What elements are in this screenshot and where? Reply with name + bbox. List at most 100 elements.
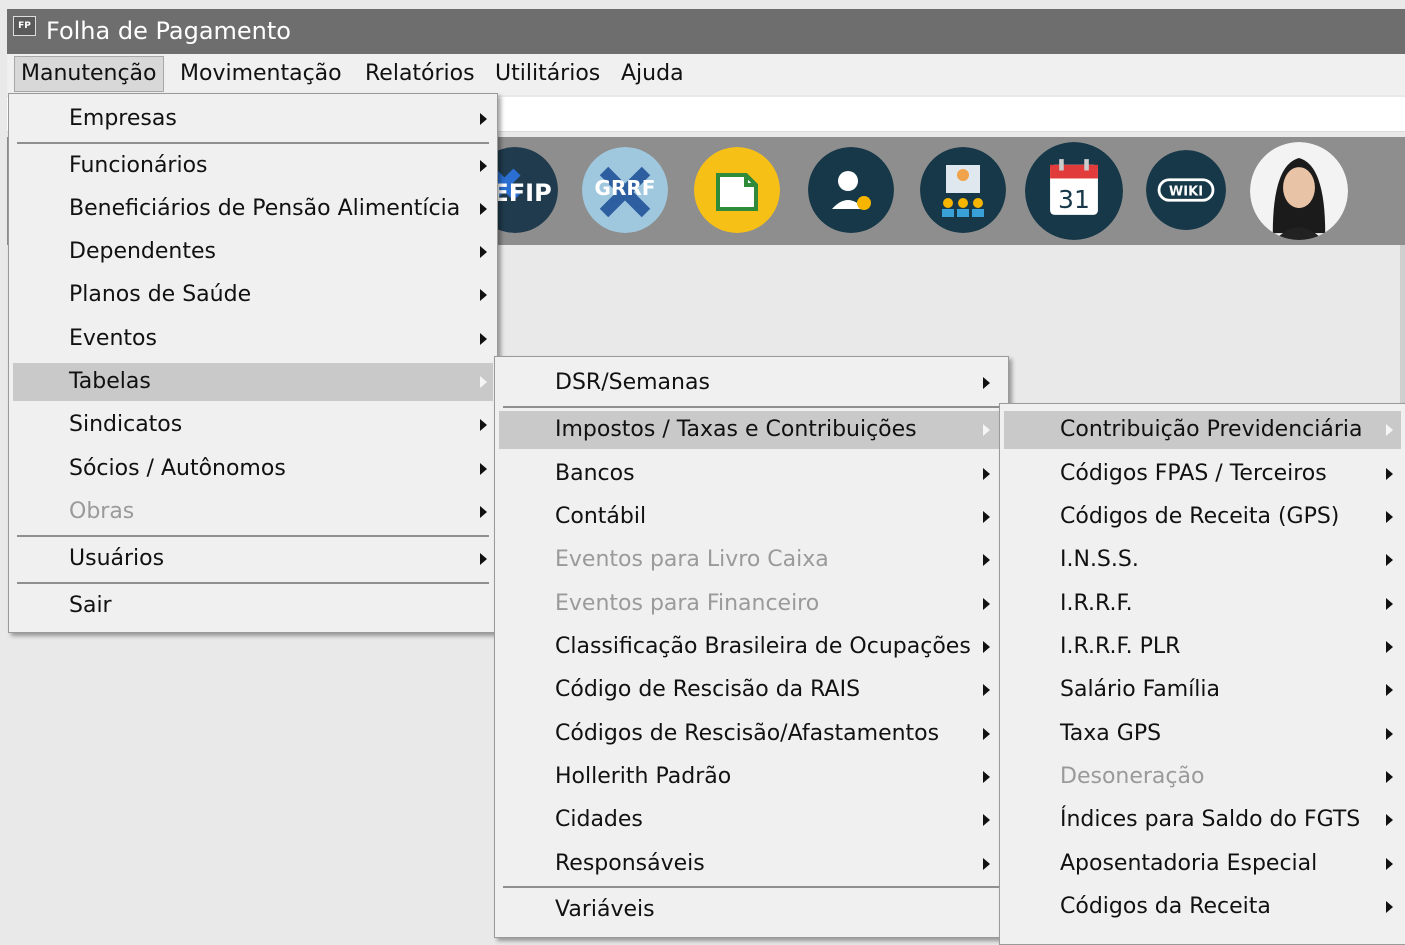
- menu-item-irrf[interactable]: I.R.R.F.: [1004, 585, 1401, 623]
- menu-item-taxa-gps[interactable]: Taxa GPS: [1004, 715, 1401, 753]
- menu-item-cidades[interactable]: Cidades: [499, 801, 1004, 839]
- submenu-arrow-icon: [480, 506, 487, 518]
- submenu-arrow-icon: [983, 684, 990, 696]
- submenu-arrow-icon: [480, 203, 487, 215]
- users-group-icon[interactable]: [920, 147, 1006, 233]
- menu-item-obras: Obras: [13, 493, 493, 531]
- menu-item-sindicatos[interactable]: Sindicatos: [13, 406, 493, 444]
- menu-item-desoneracao: Desoneração: [1004, 758, 1401, 796]
- menu-item-codigos-receita-gps[interactable]: Códigos de Receita (GPS): [1004, 498, 1401, 536]
- menu-item-label: I.N.S.S.: [1060, 547, 1139, 572]
- menu-item-socios-autonomos[interactable]: Sócios / Autônomos: [13, 450, 493, 488]
- submenu-arrow-icon: [983, 424, 990, 436]
- menu-item-label: Sair: [69, 593, 112, 618]
- menu-item-label: Cidades: [555, 807, 643, 832]
- menu-utilitarios[interactable]: Utilitários: [489, 54, 606, 95]
- menu-item-label: Bancos: [555, 461, 635, 486]
- wiki-label: WIKI: [1169, 185, 1203, 200]
- menu-item-label: Empresas: [69, 106, 177, 131]
- grrf-icon[interactable]: GRRF: [582, 147, 668, 233]
- menu-item-variaveis[interactable]: Variáveis: [499, 891, 1004, 929]
- menu-tabelas-dropdown: DSR/Semanas Impostos / Taxas e Contribui…: [494, 356, 1009, 938]
- menu-item-eventos-livro-caixa: Eventos para Livro Caixa: [499, 541, 1004, 579]
- menu-item-codigos-receita[interactable]: Códigos da Receita: [1004, 888, 1401, 926]
- menu-item-label: Usuários: [69, 546, 165, 571]
- submenu-arrow-icon: [983, 728, 990, 740]
- submenu-arrow-icon: [480, 333, 487, 345]
- title-bar: FP Folha de Pagamento: [7, 9, 1405, 54]
- menu-manutencao[interactable]: Manutenção: [14, 56, 164, 92]
- menu-item-contribuicao-previdenciaria[interactable]: Contribuição Previdenciária: [1004, 411, 1401, 449]
- menu-item-label: DSR/Semanas: [555, 370, 710, 395]
- submenu-arrow-icon: [480, 376, 487, 388]
- menu-item-usuarios[interactable]: Usuários: [13, 540, 493, 578]
- menu-item-funcionarios[interactable]: Funcionários: [13, 147, 493, 185]
- menu-item-responsaveis[interactable]: Responsáveis: [499, 845, 1004, 883]
- menu-item-dependentes[interactable]: Dependentes: [13, 233, 493, 271]
- menu-item-rescisao-rais[interactable]: Código de Rescisão da RAIS: [499, 671, 1004, 709]
- menu-item-planos-saude[interactable]: Planos de Saúde: [13, 276, 493, 314]
- submenu-arrow-icon: [983, 771, 990, 783]
- submenu-arrow-icon: [1386, 468, 1393, 480]
- menu-bar: Manutenção Movimentação Relatórios Utili…: [7, 54, 1405, 95]
- menu-item-label: Contribuição Previdenciária: [1060, 417, 1363, 442]
- menu-item-contabil[interactable]: Contábil: [499, 498, 1004, 536]
- menu-item-cbo[interactable]: Classificação Brasileira de Ocupações: [499, 628, 1004, 666]
- menu-item-aposentadoria-especial[interactable]: Aposentadoria Especial: [1004, 845, 1401, 883]
- menu-item-label: Hollerith Padrão: [555, 764, 732, 789]
- menu-separator: [17, 142, 489, 144]
- menu-item-eventos-financeiro: Eventos para Financeiro: [499, 585, 1004, 623]
- submenu-arrow-icon: [1386, 598, 1393, 610]
- menu-movimentacao[interactable]: Movimentação: [174, 54, 348, 95]
- assistant-avatar-icon[interactable]: [1250, 142, 1348, 240]
- menu-item-label: Impostos / Taxas e Contribuições: [555, 417, 917, 442]
- submenu-arrow-icon: [480, 246, 487, 258]
- submenu-arrow-icon: [480, 289, 487, 301]
- menu-item-label: Eventos para Financeiro: [555, 591, 820, 616]
- menu-item-eventos[interactable]: Eventos: [13, 320, 493, 358]
- menu-item-dsr-semanas[interactable]: DSR/Semanas: [499, 364, 1004, 402]
- menu-item-indices-fgts[interactable]: Índices para Saldo do FGTS: [1004, 801, 1401, 839]
- menu-item-label: Planos de Saúde: [69, 282, 252, 307]
- menu-item-label: Eventos para Livro Caixa: [555, 547, 829, 572]
- wiki-icon[interactable]: WIKI: [1146, 150, 1226, 230]
- menu-item-inss[interactable]: I.N.S.S.: [1004, 541, 1401, 579]
- menu-item-label: Tabelas: [69, 369, 151, 394]
- menu-item-label: Índices para Saldo do FGTS: [1060, 807, 1361, 832]
- menu-item-rescisao-afastamentos[interactable]: Códigos de Rescisão/Afastamentos: [499, 715, 1004, 753]
- submenu-arrow-icon: [983, 814, 990, 826]
- calendar-icon[interactable]: 31: [1025, 142, 1123, 240]
- menu-relatorios[interactable]: Relatórios: [359, 54, 481, 95]
- submenu-arrow-icon: [1386, 424, 1393, 436]
- menu-item-label: Responsáveis: [555, 851, 705, 876]
- submenu-arrow-icon: [1386, 511, 1393, 523]
- menu-item-label: Sindicatos: [69, 412, 183, 437]
- menu-item-label: Aposentadoria Especial: [1060, 851, 1318, 876]
- submenu-arrow-icon: [1386, 728, 1393, 740]
- submenu-arrow-icon: [480, 553, 487, 565]
- menu-item-bancos[interactable]: Bancos: [499, 455, 1004, 493]
- submenu-arrow-icon: [480, 419, 487, 431]
- menu-item-empresas[interactable]: Empresas: [13, 100, 493, 138]
- menu-item-codigos-fpas[interactable]: Códigos FPAS / Terceiros: [1004, 455, 1401, 493]
- menu-item-sair[interactable]: Sair: [13, 587, 493, 625]
- menu-item-tabelas[interactable]: Tabelas: [13, 363, 493, 401]
- submenu-arrow-icon: [480, 463, 487, 475]
- menu-item-impostos[interactable]: Impostos / Taxas e Contribuições: [499, 411, 1004, 449]
- submenu-arrow-icon: [1386, 858, 1393, 870]
- menu-item-label: Eventos: [69, 326, 157, 351]
- menu-item-irrf-plr[interactable]: I.R.R.F. PLR: [1004, 628, 1401, 666]
- menu-item-label: Dependentes: [69, 239, 216, 264]
- document-icon[interactable]: [694, 147, 780, 233]
- submenu-arrow-icon: [1386, 901, 1393, 913]
- app-icon: FP: [13, 16, 36, 36]
- menu-item-label: Código de Rescisão da RAIS: [555, 677, 861, 702]
- menu-ajuda[interactable]: Ajuda: [615, 54, 690, 95]
- submenu-arrow-icon: [983, 511, 990, 523]
- menu-item-hollerith[interactable]: Hollerith Padrão: [499, 758, 1004, 796]
- submenu-arrow-icon: [983, 598, 990, 610]
- menu-item-beneficiarios[interactable]: Beneficiários de Pensão Alimentícia: [13, 190, 493, 228]
- support-agent-icon[interactable]: [808, 147, 894, 233]
- menu-item-salario-familia[interactable]: Salário Família: [1004, 671, 1401, 709]
- submenu-arrow-icon: [1386, 554, 1393, 566]
